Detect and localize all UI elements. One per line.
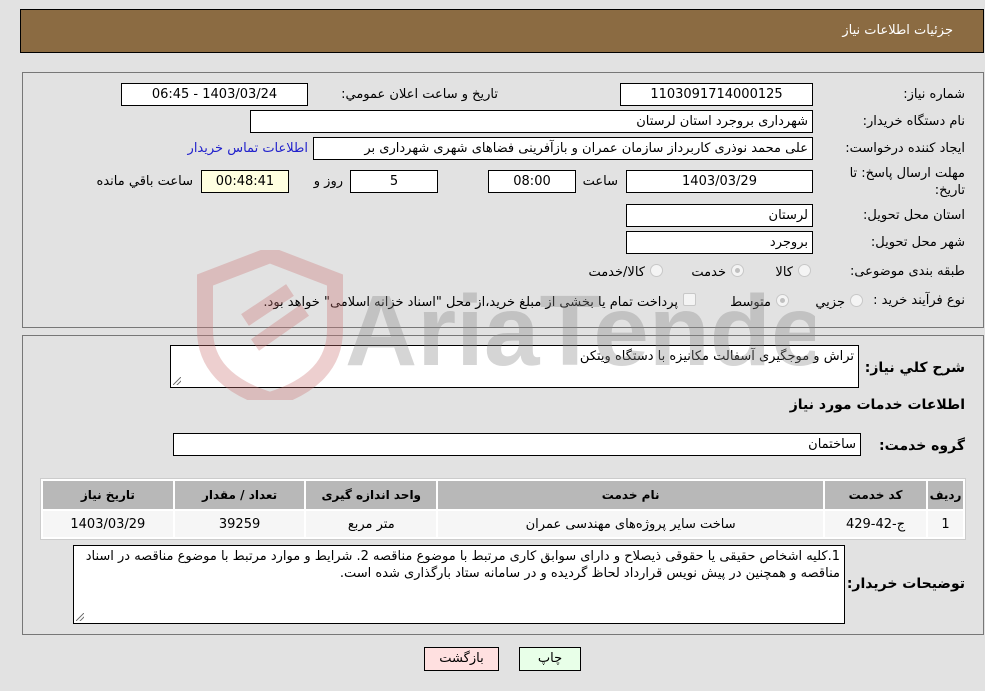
col-service-name: نام خدمت: [438, 481, 824, 509]
category-option-service: خدمت: [691, 265, 726, 280]
process-radio-minor[interactable]: [850, 294, 863, 307]
resize-grip-icon[interactable]: [76, 613, 84, 621]
need-number-label: شماره نیاز:: [903, 87, 965, 102]
creator-field: علی محمد نوذری کاربرداز سازمان عمران و ب…: [313, 137, 813, 160]
category-radio-service[interactable]: [731, 264, 744, 277]
need-number-field: 1103091714000125: [620, 83, 813, 106]
treasury-note: پرداخت تمام یا بخشی از مبلغ خرید،از محل …: [263, 295, 678, 310]
process-radio-medium[interactable]: [776, 294, 789, 307]
category-option-goods: کالا: [775, 265, 793, 280]
city-label: شهر محل تحویل:: [870, 235, 965, 250]
buyer-org-field: شهرداری بروجرد استان لرستان: [250, 110, 813, 133]
buyer-notes-text: 1.کلیه اشخاص حقیقی یا حقوقی ذیصلاح و دار…: [85, 549, 840, 581]
buyer-notes-label: توضیحات خریدار:: [846, 576, 965, 592]
service-group-field: ساختمان: [173, 433, 861, 456]
province-label: استان محل تحویل:: [863, 208, 965, 223]
process-option-medium: متوسط: [730, 295, 771, 310]
service-group-label: گروه خدمت:: [879, 438, 965, 454]
services-panel: شرح کلي نياز: تراش و موجگیری آسفالت مکان…: [22, 335, 984, 635]
page-header: جزئیات اطلاعات نیاز: [20, 9, 984, 53]
cell-service-name: ساخت سایر پروژه‌های مهندسی عمران: [438, 511, 824, 537]
col-row-number: ردیف: [928, 481, 963, 509]
city-field: بروجرد: [626, 231, 813, 254]
page-title: جزئیات اطلاعات نیاز: [842, 23, 953, 38]
cell-service-code: ج-42-429: [825, 511, 926, 537]
category-radio-goods[interactable]: [798, 264, 811, 277]
services-section-title: اطلاعات خدمات مورد نياز: [789, 397, 965, 413]
description-label: شرح کلي نياز:: [864, 360, 965, 376]
cell-row-number: 1: [928, 511, 963, 537]
treasury-checkbox[interactable]: [683, 293, 696, 306]
services-table: ردیف کد خدمت نام خدمت واحد اندازه گیری ت…: [40, 478, 966, 540]
need-details-panel: شماره نیاز: 1103091714000125 تاریخ و ساع…: [22, 72, 984, 328]
col-unit: واحد اندازه گیری: [306, 481, 437, 509]
days-remaining-field: 5: [350, 170, 438, 193]
deadline-label: مهلت ارسال پاسخ: تا تاریخ:: [849, 166, 965, 198]
time-remaining-field: 00:48:41: [201, 170, 289, 193]
resize-grip-icon[interactable]: [173, 377, 181, 385]
category-radio-goods-service[interactable]: [650, 264, 663, 277]
process-option-minor: جزيي: [815, 295, 845, 310]
deadline-time-label: ساعت: [582, 174, 618, 189]
province-field: لرستان: [626, 204, 813, 227]
creator-label: ایجاد کننده درخواست:: [845, 141, 965, 156]
category-option-goods-service: کالا/خدمت: [588, 265, 645, 280]
buyer-org-label: نام دستگاه خریدار:: [862, 114, 965, 129]
buyer-contact-link[interactable]: اطلاعات تماس خریدار: [188, 141, 308, 156]
table-row: 1 ج-42-429 ساخت سایر پروژه‌های مهندسی عم…: [43, 511, 963, 537]
process-label: نوع فرآیند خرید :: [873, 293, 965, 308]
services-table-header: ردیف کد خدمت نام خدمت واحد اندازه گیری ت…: [43, 481, 963, 509]
cell-quantity: 39259: [174, 511, 305, 537]
deadline-time-field: 08:00: [488, 170, 576, 193]
description-text: تراش و موجگیری آسفالت مکانیزه با دستگاه …: [579, 349, 854, 364]
days-label: روز و: [313, 174, 343, 189]
announce-date-field: 1403/03/24 - 06:45: [121, 83, 308, 106]
col-service-code: کد خدمت: [825, 481, 926, 509]
cell-unit: متر مربع: [306, 511, 437, 537]
cell-need-date: 1403/03/29: [43, 511, 173, 537]
buyer-notes-textarea[interactable]: 1.کلیه اشخاص حقیقی یا حقوقی ذیصلاح و دار…: [73, 545, 845, 624]
print-button[interactable]: چاپ: [519, 647, 581, 671]
category-label: طبقه بندی موضوعی:: [849, 264, 965, 279]
time-remaining-label: ساعت باقي مانده: [96, 174, 193, 189]
deadline-date-field: 1403/03/29: [626, 170, 813, 193]
description-textarea[interactable]: تراش و موجگیری آسفالت مکانیزه با دستگاه …: [170, 345, 859, 388]
announce-date-label: تاریخ و ساعت اعلان عمومي:: [341, 87, 498, 102]
back-button[interactable]: بازگشت: [424, 647, 499, 671]
col-need-date: تاریخ نیاز: [43, 481, 173, 509]
col-quantity: تعداد / مقدار: [174, 481, 305, 509]
